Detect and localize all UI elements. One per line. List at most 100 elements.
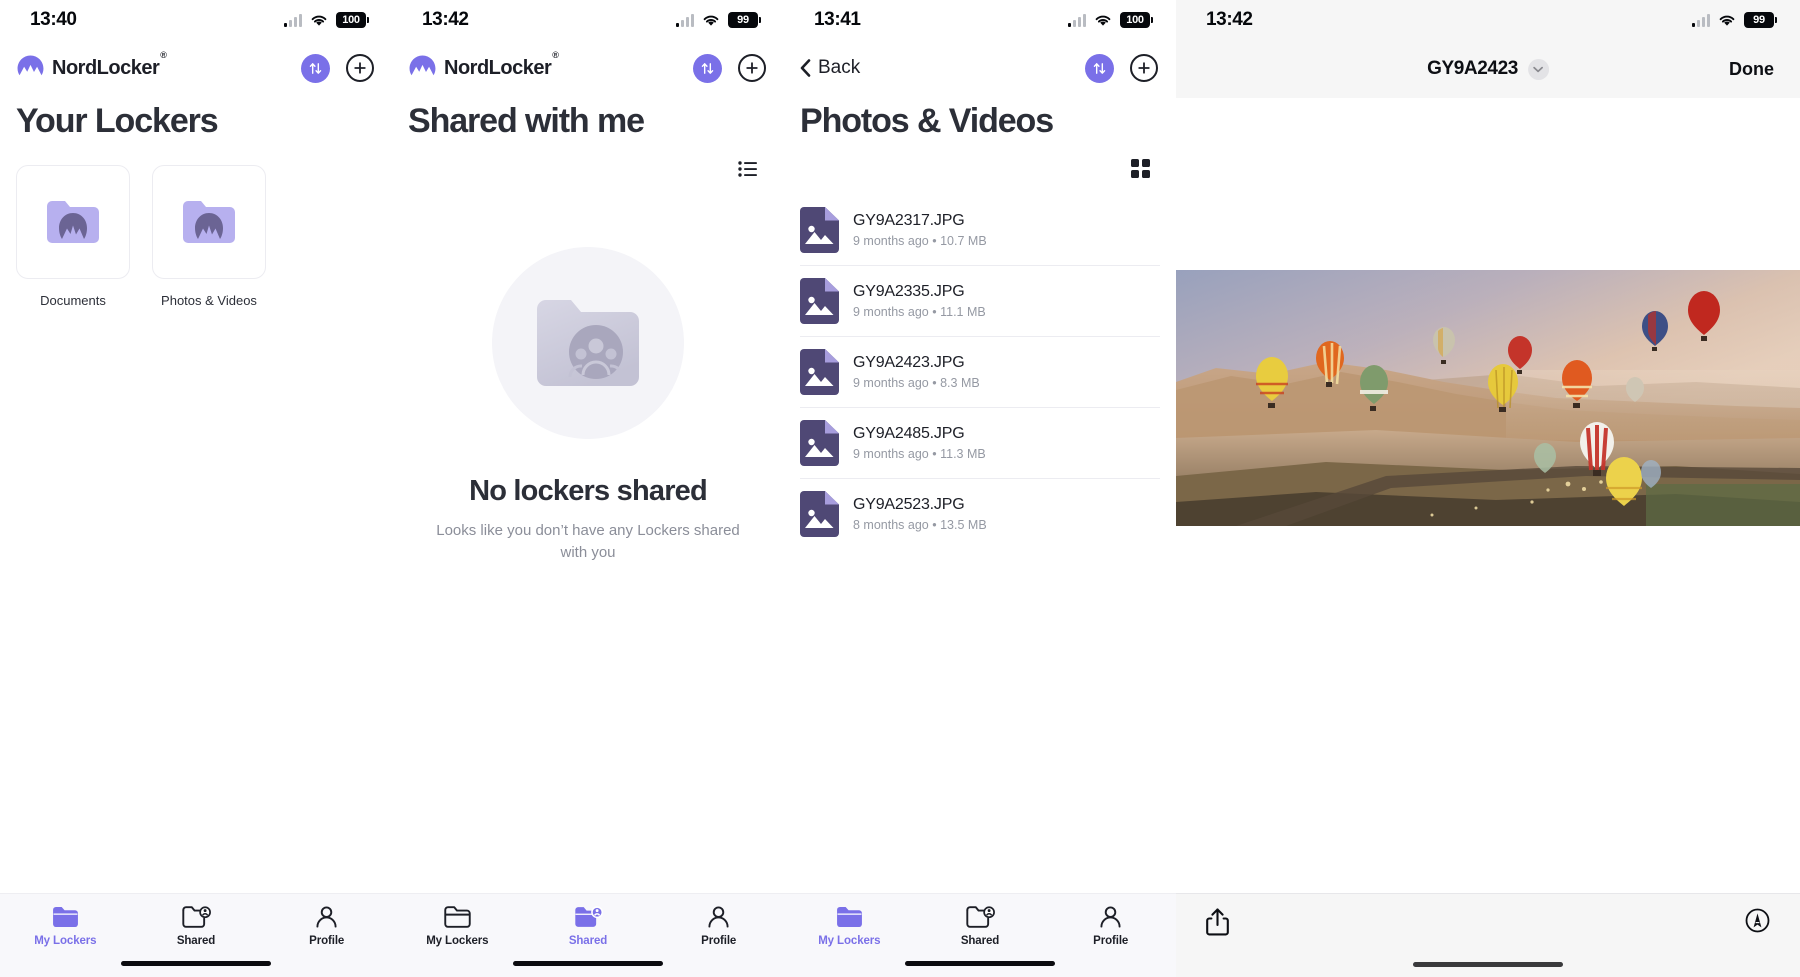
photo-viewer-image[interactable] (1176, 270, 1800, 526)
brand-text: NordLocker (52, 56, 160, 79)
status-time: 13:42 (422, 9, 469, 30)
file-meta: GY9A2317.JPG 9 months ago • 10.7 MB (853, 212, 987, 248)
page-title: Shared with me (408, 102, 645, 140)
status-bar: 13:42 99 (392, 0, 784, 40)
viewer-title-group[interactable]: GY9A2423 (1427, 58, 1549, 80)
locker-grid: Documents Photos & Videos (0, 143, 392, 308)
file-subtitle: 9 months ago • 11.3 MB (853, 447, 986, 461)
tab-label: Shared (176, 935, 216, 947)
file-age: 9 months ago (853, 304, 929, 319)
done-button[interactable]: Done (1729, 59, 1774, 80)
file-separator: • (932, 446, 937, 461)
empty-state: No lockers shared Looks like you don’t h… (392, 195, 784, 565)
status-time: 13:41 (814, 9, 861, 30)
nav-actions (1085, 53, 1158, 83)
sync-icon[interactable] (1085, 53, 1114, 83)
tab-profile[interactable]: Profile (653, 894, 784, 977)
locker-tile[interactable] (16, 164, 130, 279)
file-size: 11.3 MB (940, 446, 986, 461)
cellular-signal-icon (284, 13, 302, 27)
viewer-nav-bar: GY9A2423 Done (1176, 40, 1800, 98)
status-indicators: 99 (1692, 12, 1777, 28)
locker-item[interactable]: Documents (16, 164, 130, 308)
tab-my-lockers[interactable]: My Lockers (0, 894, 131, 977)
tab-profile[interactable]: Profile (261, 894, 392, 977)
image-file-icon (800, 277, 839, 324)
nav-actions (301, 53, 374, 83)
empty-state-title: No lockers shared (469, 474, 708, 507)
brand-name: NordLocker® (52, 50, 167, 80)
folder-filled-icon (52, 906, 78, 928)
view-toggle-row (392, 143, 784, 195)
panel-shared-with-me: 13:42 99 NordLocker® Shared with me No l… (392, 0, 784, 977)
file-age: 9 months ago (853, 233, 929, 248)
plus-icon[interactable] (738, 54, 766, 82)
image-file-icon (800, 419, 839, 466)
tab-label: Profile (1093, 935, 1129, 947)
back-button[interactable]: Back (800, 57, 860, 79)
tab-my-lockers[interactable]: My Lockers (784, 894, 915, 977)
battery-indicator: 99 (728, 12, 761, 28)
tab-my-lockers[interactable]: My Lockers (392, 894, 523, 977)
file-size: 10.7 MB (940, 233, 987, 248)
list-item[interactable]: GY9A2523.JPG 8 months ago • 13.5 MB (800, 479, 1160, 550)
file-meta: GY9A2335.JPG 9 months ago • 11.1 MB (853, 283, 986, 319)
list-item[interactable]: GY9A2423.JPG 9 months ago • 8.3 MB (800, 337, 1160, 408)
chevron-left-icon (800, 59, 811, 77)
file-separator: • (932, 518, 937, 532)
file-name: GY9A2423.JPG (853, 353, 965, 371)
list-item[interactable]: GY9A2317.JPG 9 months ago • 10.7 MB (800, 195, 1160, 266)
list-view-icon[interactable] (738, 160, 758, 177)
list-item[interactable]: GY9A2485.JPG 9 months ago • 11.3 MB (800, 408, 1160, 479)
plus-icon[interactable] (1130, 54, 1158, 82)
file-name: GY9A2523.JPG (853, 496, 965, 513)
locker-tile[interactable] (152, 164, 266, 279)
tab-bar: My Lockers Shared Profile (392, 893, 784, 977)
status-indicators: 99 (676, 12, 761, 28)
chevron-down-icon[interactable] (1527, 58, 1549, 80)
panel-your-lockers: 13:40 100 NordLocker® Your Lockers Docum… (0, 0, 392, 977)
file-size: 8.3 MB (940, 375, 980, 390)
panel-photo-viewer: 13:42 99 GY9A2423 Done (1176, 0, 1800, 977)
locker-label: Documents (40, 292, 106, 308)
brand-text: NordLocker (444, 56, 552, 79)
markup-icon[interactable] (1745, 908, 1770, 933)
battery-indicator: 100 (336, 12, 369, 28)
tab-bar: My Lockers Shared Profile (784, 893, 1176, 977)
folder-outline-icon (444, 906, 471, 928)
viewer-title: GY9A2423 (1427, 58, 1518, 79)
file-age: 9 months ago (853, 375, 929, 390)
file-separator: • (932, 304, 937, 319)
file-age: 8 months ago (853, 518, 929, 532)
image-file-icon (800, 348, 839, 395)
cellular-signal-icon (676, 13, 694, 27)
share-icon[interactable] (1206, 908, 1229, 936)
status-bar: 13:42 99 (1176, 0, 1800, 40)
registered-mark: ® (160, 49, 167, 60)
sync-icon[interactable] (301, 53, 330, 83)
balloons-photo (1176, 270, 1800, 526)
grid-view-icon[interactable] (1131, 159, 1150, 178)
list-item[interactable]: GY9A2335.JPG 9 months ago • 11.1 MB (800, 266, 1160, 337)
file-size: 11.1 MB (940, 304, 986, 319)
status-indicators: 100 (1068, 12, 1153, 28)
plus-icon[interactable] (346, 54, 374, 82)
locker-item[interactable]: Photos & Videos (152, 164, 266, 308)
status-time: 13:42 (1206, 9, 1253, 30)
wifi-icon (703, 15, 719, 26)
registered-mark: ® (552, 49, 559, 60)
viewer-toolbar (1176, 893, 1800, 977)
status-bar: 13:40 100 (0, 0, 392, 40)
tab-label: Profile (309, 935, 345, 947)
file-name: GY9A2317.JPG (853, 211, 965, 229)
file-separator: • (932, 233, 937, 248)
tab-profile[interactable]: Profile (1045, 894, 1176, 977)
sync-icon[interactable] (693, 53, 722, 83)
page-title: Photos & Videos (800, 102, 1054, 140)
view-toggle-row (784, 143, 1176, 195)
folder-icon (47, 200, 99, 243)
cellular-signal-icon (1692, 13, 1710, 27)
back-label: Back (818, 57, 861, 78)
folder-person-icon (181, 906, 211, 928)
battery-indicator: 100 (1120, 12, 1153, 28)
